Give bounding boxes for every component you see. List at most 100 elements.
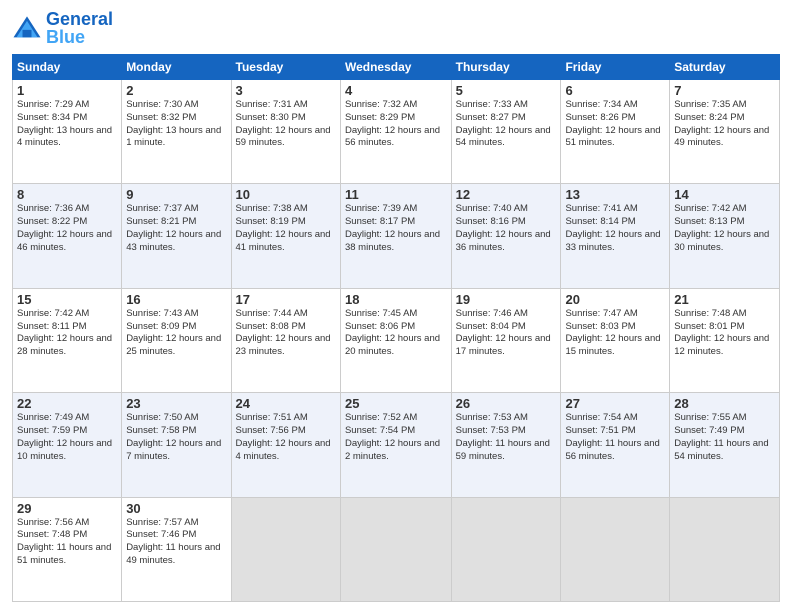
day-number: 5 (456, 83, 557, 98)
day-info: Sunrise: 7:57 AMSunset: 7:46 PMDaylight:… (126, 517, 226, 568)
day-info: Sunrise: 7:35 AMSunset: 8:24 PMDaylight:… (674, 99, 775, 150)
day-number: 7 (674, 83, 775, 98)
col-sunday: Sunday (13, 55, 122, 80)
calendar-week-row: 1Sunrise: 7:29 AMSunset: 8:34 PMDaylight… (13, 80, 780, 184)
calendar-day-cell: 13Sunrise: 7:41 AMSunset: 8:14 PMDayligh… (561, 184, 670, 288)
day-number: 22 (17, 396, 117, 411)
day-number: 15 (17, 292, 117, 307)
day-number: 8 (17, 187, 117, 202)
calendar-day-cell: 28Sunrise: 7:55 AMSunset: 7:49 PMDayligh… (670, 393, 780, 497)
calendar-day-cell (231, 497, 340, 601)
day-info: Sunrise: 7:42 AMSunset: 8:13 PMDaylight:… (674, 203, 775, 254)
col-tuesday: Tuesday (231, 55, 340, 80)
page: GeneralBlue Sunday Monday Tuesday Wednes… (0, 0, 792, 612)
day-number: 11 (345, 187, 447, 202)
day-number: 17 (236, 292, 336, 307)
day-number: 16 (126, 292, 226, 307)
day-info: Sunrise: 7:32 AMSunset: 8:29 PMDaylight:… (345, 99, 447, 150)
calendar-day-cell: 17Sunrise: 7:44 AMSunset: 8:08 PMDayligh… (231, 288, 340, 392)
col-saturday: Saturday (670, 55, 780, 80)
day-number: 10 (236, 187, 336, 202)
day-number: 14 (674, 187, 775, 202)
day-number: 19 (456, 292, 557, 307)
calendar-day-cell (451, 497, 561, 601)
calendar-day-cell: 25Sunrise: 7:52 AMSunset: 7:54 PMDayligh… (340, 393, 451, 497)
day-info: Sunrise: 7:47 AMSunset: 8:03 PMDaylight:… (565, 308, 665, 359)
day-number: 12 (456, 187, 557, 202)
calendar-day-cell: 23Sunrise: 7:50 AMSunset: 7:58 PMDayligh… (122, 393, 231, 497)
col-thursday: Thursday (451, 55, 561, 80)
day-number: 28 (674, 396, 775, 411)
calendar-day-cell: 16Sunrise: 7:43 AMSunset: 8:09 PMDayligh… (122, 288, 231, 392)
day-number: 9 (126, 187, 226, 202)
logo-text: GeneralBlue (46, 10, 113, 46)
calendar-day-cell: 14Sunrise: 7:42 AMSunset: 8:13 PMDayligh… (670, 184, 780, 288)
logo: GeneralBlue (12, 10, 113, 46)
day-info: Sunrise: 7:52 AMSunset: 7:54 PMDaylight:… (345, 412, 447, 463)
day-info: Sunrise: 7:41 AMSunset: 8:14 PMDaylight:… (565, 203, 665, 254)
day-number: 3 (236, 83, 336, 98)
calendar-day-cell: 27Sunrise: 7:54 AMSunset: 7:51 PMDayligh… (561, 393, 670, 497)
calendar-day-cell: 24Sunrise: 7:51 AMSunset: 7:56 PMDayligh… (231, 393, 340, 497)
calendar-day-cell: 21Sunrise: 7:48 AMSunset: 8:01 PMDayligh… (670, 288, 780, 392)
day-info: Sunrise: 7:46 AMSunset: 8:04 PMDaylight:… (456, 308, 557, 359)
calendar-day-cell: 2Sunrise: 7:30 AMSunset: 8:32 PMDaylight… (122, 80, 231, 184)
calendar-day-cell: 12Sunrise: 7:40 AMSunset: 8:16 PMDayligh… (451, 184, 561, 288)
calendar-day-cell: 6Sunrise: 7:34 AMSunset: 8:26 PMDaylight… (561, 80, 670, 184)
col-wednesday: Wednesday (340, 55, 451, 80)
day-info: Sunrise: 7:38 AMSunset: 8:19 PMDaylight:… (236, 203, 336, 254)
day-info: Sunrise: 7:34 AMSunset: 8:26 PMDaylight:… (565, 99, 665, 150)
day-info: Sunrise: 7:39 AMSunset: 8:17 PMDaylight:… (345, 203, 447, 254)
calendar-day-cell: 29Sunrise: 7:56 AMSunset: 7:48 PMDayligh… (13, 497, 122, 601)
day-info: Sunrise: 7:33 AMSunset: 8:27 PMDaylight:… (456, 99, 557, 150)
day-number: 18 (345, 292, 447, 307)
logo-icon (12, 14, 42, 42)
calendar-week-row: 29Sunrise: 7:56 AMSunset: 7:48 PMDayligh… (13, 497, 780, 601)
calendar-day-cell: 20Sunrise: 7:47 AMSunset: 8:03 PMDayligh… (561, 288, 670, 392)
day-info: Sunrise: 7:53 AMSunset: 7:53 PMDaylight:… (456, 412, 557, 463)
day-info: Sunrise: 7:43 AMSunset: 8:09 PMDaylight:… (126, 308, 226, 359)
calendar-day-cell: 11Sunrise: 7:39 AMSunset: 8:17 PMDayligh… (340, 184, 451, 288)
calendar-day-cell (340, 497, 451, 601)
day-info: Sunrise: 7:31 AMSunset: 8:30 PMDaylight:… (236, 99, 336, 150)
calendar-day-cell: 26Sunrise: 7:53 AMSunset: 7:53 PMDayligh… (451, 393, 561, 497)
calendar-day-cell (561, 497, 670, 601)
day-info: Sunrise: 7:54 AMSunset: 7:51 PMDaylight:… (565, 412, 665, 463)
day-number: 30 (126, 501, 226, 516)
day-number: 24 (236, 396, 336, 411)
day-info: Sunrise: 7:40 AMSunset: 8:16 PMDaylight:… (456, 203, 557, 254)
day-number: 23 (126, 396, 226, 411)
day-number: 1 (17, 83, 117, 98)
calendar-week-row: 22Sunrise: 7:49 AMSunset: 7:59 PMDayligh… (13, 393, 780, 497)
calendar-table: Sunday Monday Tuesday Wednesday Thursday… (12, 54, 780, 602)
col-friday: Friday (561, 55, 670, 80)
calendar-day-cell: 10Sunrise: 7:38 AMSunset: 8:19 PMDayligh… (231, 184, 340, 288)
day-info: Sunrise: 7:48 AMSunset: 8:01 PMDaylight:… (674, 308, 775, 359)
calendar-day-cell: 30Sunrise: 7:57 AMSunset: 7:46 PMDayligh… (122, 497, 231, 601)
day-info: Sunrise: 7:49 AMSunset: 7:59 PMDaylight:… (17, 412, 117, 463)
calendar-day-cell: 22Sunrise: 7:49 AMSunset: 7:59 PMDayligh… (13, 393, 122, 497)
calendar-day-cell: 19Sunrise: 7:46 AMSunset: 8:04 PMDayligh… (451, 288, 561, 392)
day-number: 21 (674, 292, 775, 307)
day-info: Sunrise: 7:30 AMSunset: 8:32 PMDaylight:… (126, 99, 226, 150)
calendar-day-cell: 5Sunrise: 7:33 AMSunset: 8:27 PMDaylight… (451, 80, 561, 184)
day-info: Sunrise: 7:36 AMSunset: 8:22 PMDaylight:… (17, 203, 117, 254)
header: GeneralBlue (12, 10, 780, 46)
col-monday: Monday (122, 55, 231, 80)
day-info: Sunrise: 7:44 AMSunset: 8:08 PMDaylight:… (236, 308, 336, 359)
day-info: Sunrise: 7:45 AMSunset: 8:06 PMDaylight:… (345, 308, 447, 359)
day-info: Sunrise: 7:55 AMSunset: 7:49 PMDaylight:… (674, 412, 775, 463)
calendar-week-row: 15Sunrise: 7:42 AMSunset: 8:11 PMDayligh… (13, 288, 780, 392)
calendar-week-row: 8Sunrise: 7:36 AMSunset: 8:22 PMDaylight… (13, 184, 780, 288)
day-number: 26 (456, 396, 557, 411)
day-number: 13 (565, 187, 665, 202)
day-number: 2 (126, 83, 226, 98)
day-info: Sunrise: 7:29 AMSunset: 8:34 PMDaylight:… (17, 99, 117, 150)
calendar-day-cell: 4Sunrise: 7:32 AMSunset: 8:29 PMDaylight… (340, 80, 451, 184)
calendar-header-row: Sunday Monday Tuesday Wednesday Thursday… (13, 55, 780, 80)
day-info: Sunrise: 7:42 AMSunset: 8:11 PMDaylight:… (17, 308, 117, 359)
day-number: 20 (565, 292, 665, 307)
calendar-day-cell: 1Sunrise: 7:29 AMSunset: 8:34 PMDaylight… (13, 80, 122, 184)
day-number: 29 (17, 501, 117, 516)
calendar-day-cell: 7Sunrise: 7:35 AMSunset: 8:24 PMDaylight… (670, 80, 780, 184)
